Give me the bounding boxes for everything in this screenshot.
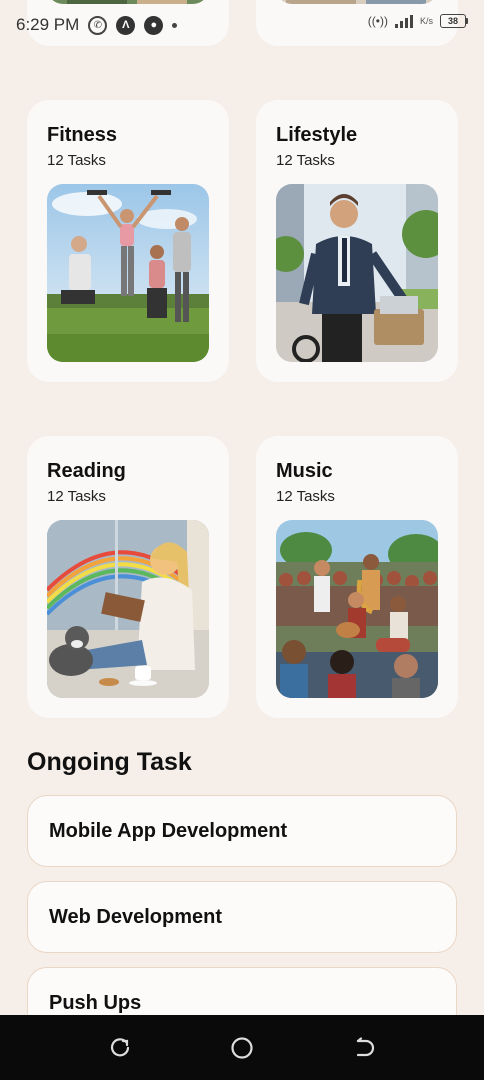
home-icon[interactable] [229, 1035, 255, 1061]
signal-icon [394, 14, 413, 28]
whatsapp-icon: ✆ [88, 15, 108, 35]
category-card-music[interactable]: Music 12 Tasks [256, 436, 458, 718]
category-title: Music [276, 460, 333, 482]
net-speed: K/s [419, 16, 433, 26]
task-item-mobile-app[interactable]: Mobile App Development [27, 795, 457, 867]
back-icon[interactable] [351, 1035, 377, 1061]
ongoing-task-title: Ongoing Task [27, 748, 192, 776]
battery-level: 38 [440, 14, 466, 28]
status-time: 6:29 PM [16, 15, 80, 34]
lifestyle-image [276, 184, 438, 362]
category-card-reading[interactable]: Reading 12 Tasks [27, 436, 229, 718]
screen: 6:29 PM ✆ Λ ● ((•)) K/s 38 Fitness 12 Ta… [0, 0, 484, 1080]
task-label: Mobile App Development [49, 819, 288, 842]
task-label: Push Ups [49, 991, 142, 1014]
category-title: Lifestyle [276, 124, 358, 146]
status-bar: 6:29 PM ✆ Λ ● ((•)) K/s 38 [0, 0, 484, 50]
hotspot-icon: ((•)) [367, 14, 388, 28]
category-card-lifestyle[interactable]: Lifestyle 12 Tasks [256, 100, 458, 382]
app-drop-icon: ● [144, 15, 164, 35]
battery-icon: 38 [440, 14, 468, 28]
task-label: Web Development [49, 905, 222, 928]
category-title: Reading [47, 460, 126, 482]
app-a-icon: Λ [116, 15, 136, 35]
task-item-web-dev[interactable]: Web Development [27, 881, 457, 953]
category-task-count: 12 Tasks [47, 152, 106, 169]
category-task-count: 12 Tasks [47, 488, 106, 505]
dot-icon [172, 22, 178, 28]
category-task-count: 12 Tasks [276, 152, 335, 169]
recent-apps-icon[interactable] [107, 1035, 133, 1061]
system-nav-bar [0, 1015, 484, 1080]
reading-image [47, 520, 209, 698]
category-title: Fitness [47, 124, 118, 146]
fitness-image [47, 184, 209, 362]
category-task-count: 12 Tasks [276, 488, 335, 505]
music-image [276, 520, 438, 698]
category-card-fitness[interactable]: Fitness 12 Tasks [27, 100, 229, 382]
